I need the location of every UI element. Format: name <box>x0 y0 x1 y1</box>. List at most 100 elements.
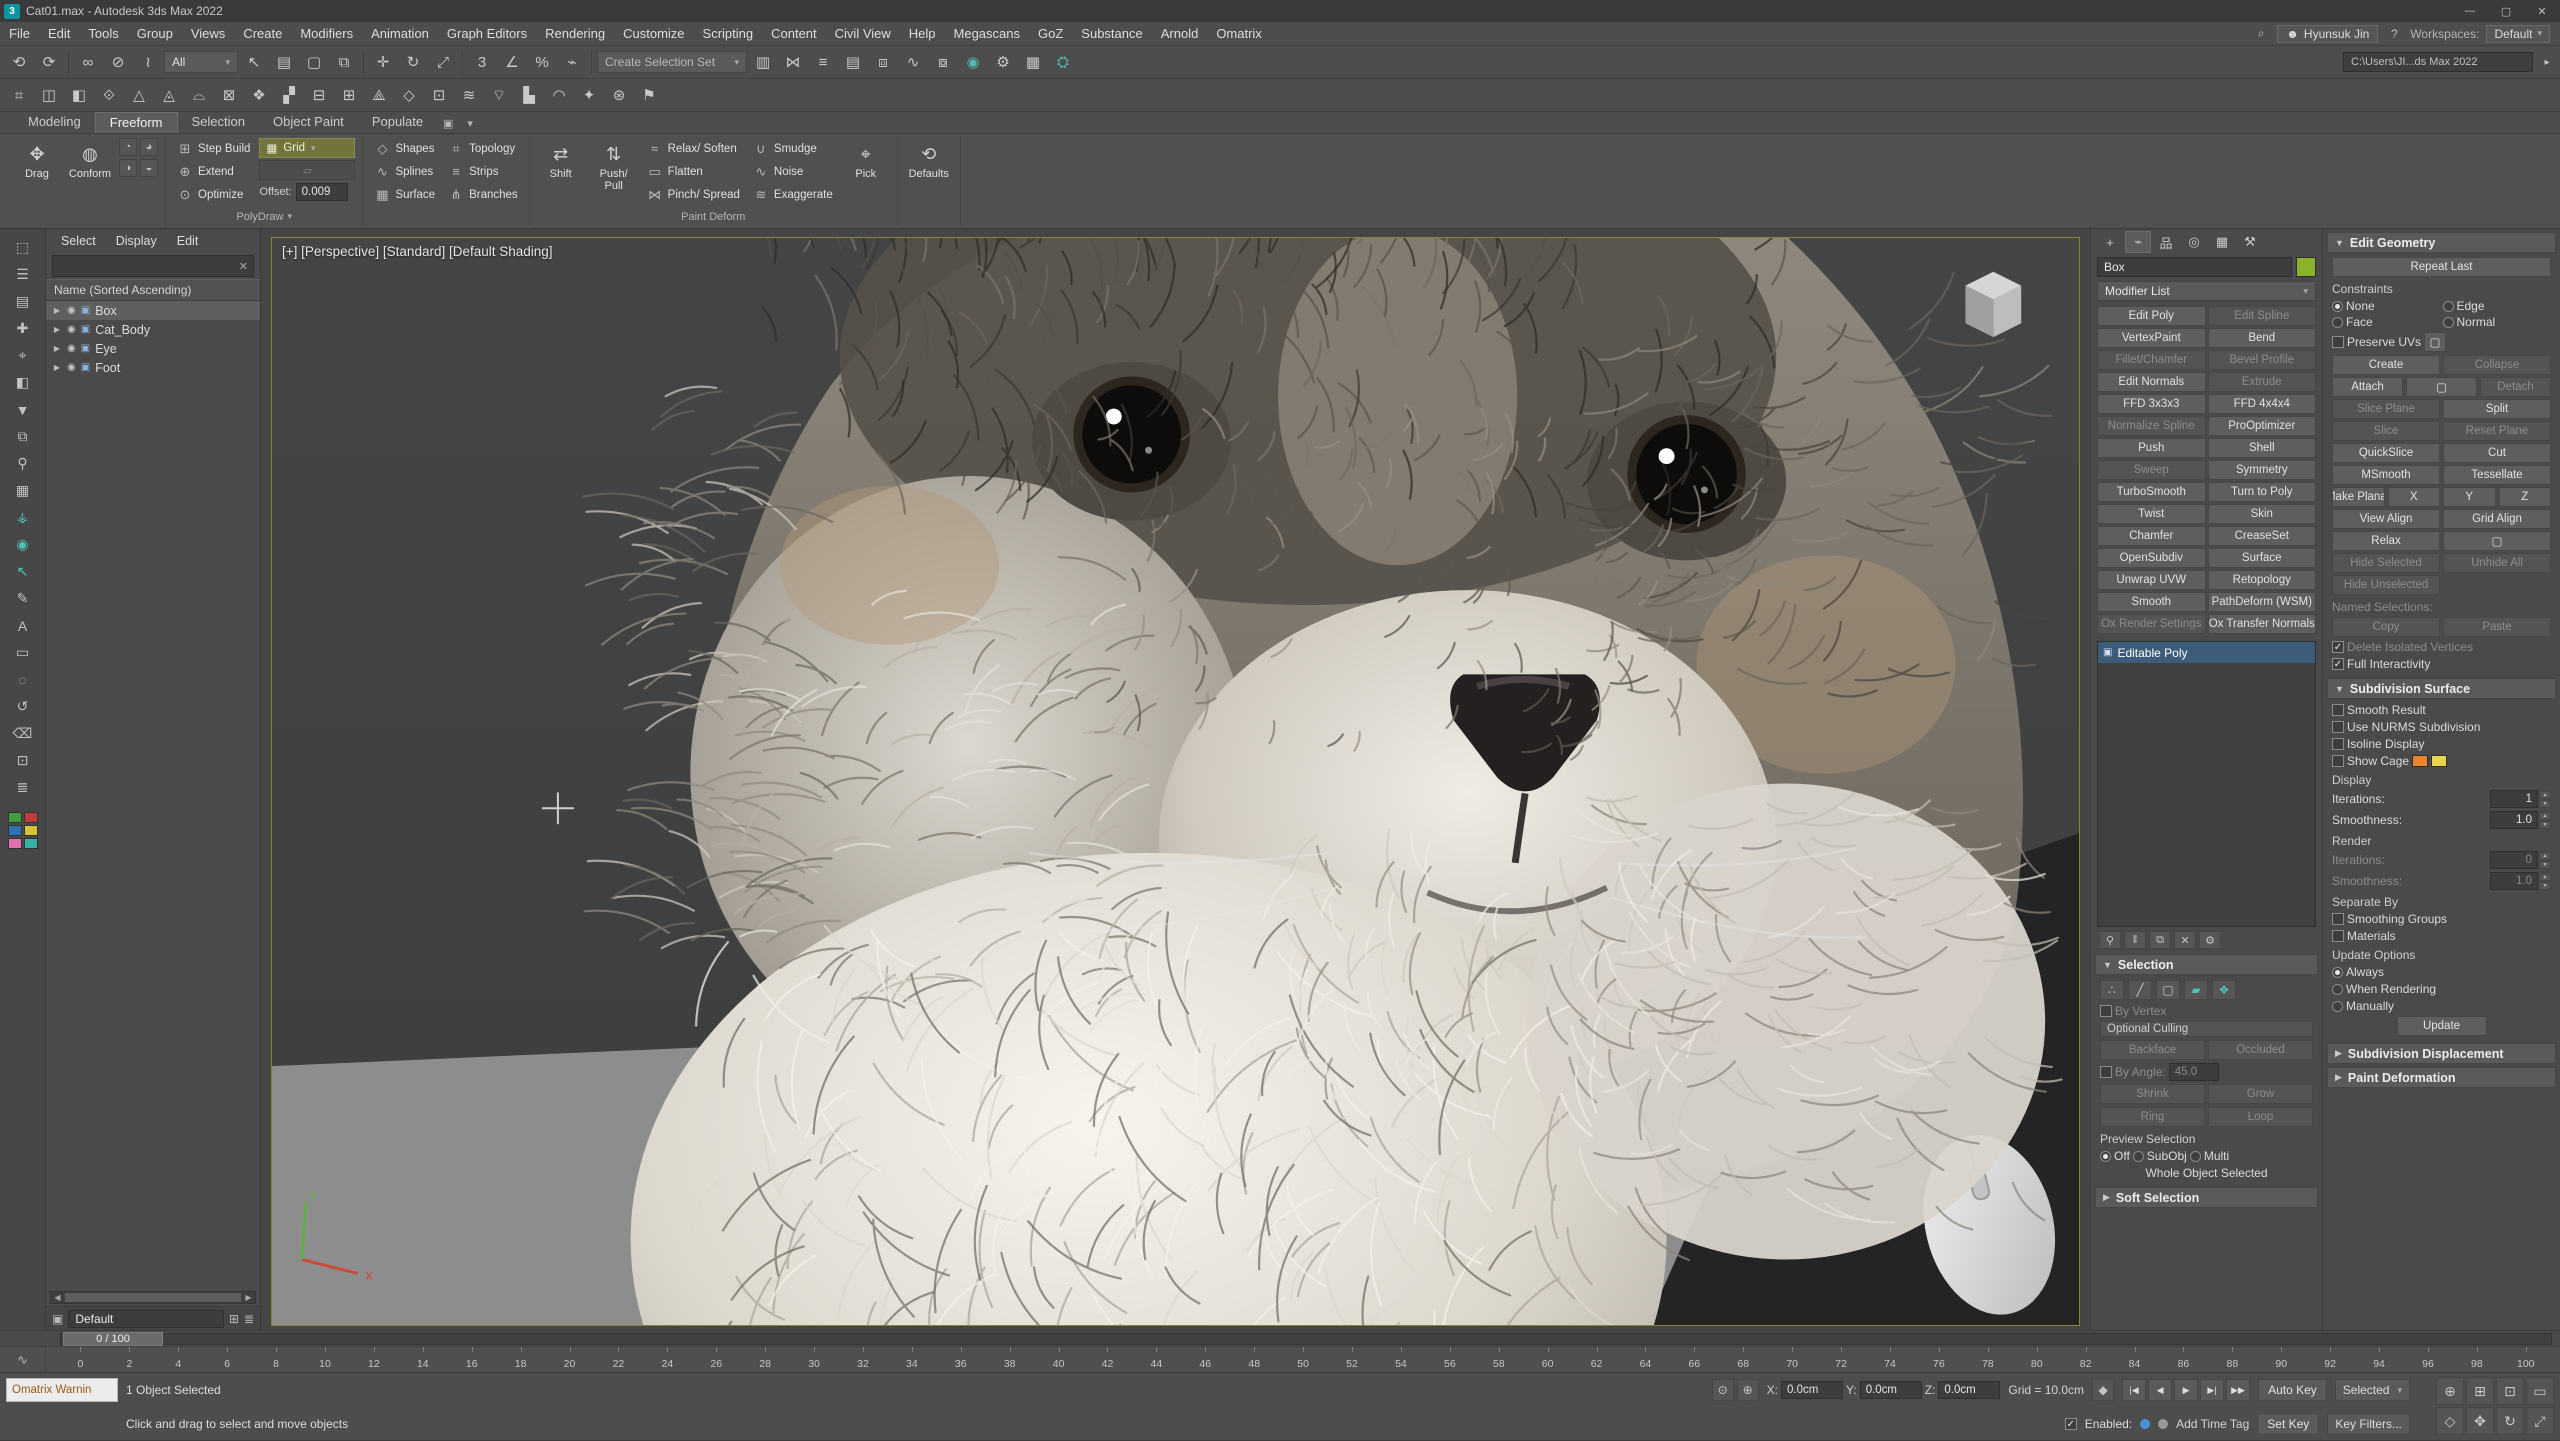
modifier-button[interactable]: Smooth <box>2097 592 2206 612</box>
schematic-view-icon[interactable]: ⧇ <box>929 48 957 76</box>
modifier-button[interactable]: Bevel Profile <box>2208 350 2317 370</box>
preserve-uvs-settings-button[interactable]: ▢ <box>2424 332 2446 352</box>
utilities-tab[interactable]: ⚒ <box>2237 231 2263 253</box>
subdiv-checkbox[interactable] <box>2332 755 2344 767</box>
preserve-uvs-checkbox[interactable] <box>2332 336 2344 348</box>
edit-geometry-button[interactable]: Z <box>2499 487 2552 507</box>
select-and-rotate-icon[interactable]: ↻ <box>399 48 427 76</box>
menu-item[interactable]: Graph Editors <box>438 22 536 45</box>
menu-item[interactable]: Scripting <box>694 22 763 45</box>
explorer-menu[interactable]: Display <box>107 234 166 248</box>
snap-vertex-icon[interactable]: ◫ <box>35 81 63 109</box>
scroll-left-icon[interactable]: ◀ <box>51 1293 64 1302</box>
undo-icon[interactable]: ⟲ <box>5 48 33 76</box>
named-selection-button[interactable]: Copy <box>2332 617 2440 637</box>
key-filters-button[interactable]: Key Filters... <box>2327 1413 2410 1435</box>
help-icon[interactable]: ? <box>2385 27 2403 41</box>
modifier-button[interactable]: Extrude <box>2208 372 2317 392</box>
topology-tool-button[interactable]: ≡ Strips <box>444 161 522 182</box>
conform-button[interactable]: ◍ Conform <box>66 138 114 185</box>
edit-geometry-button[interactable]: Unhide All <box>2443 553 2551 573</box>
update-option-radio[interactable] <box>2332 984 2343 995</box>
next-frame-icon[interactable]: ▶| <box>2200 1379 2224 1401</box>
ribbon-toggle-icon[interactable]: ⧈ <box>869 48 897 76</box>
preview-radio[interactable] <box>2100 1151 2111 1162</box>
modifier-button[interactable]: TurboSmooth <box>2097 482 2206 502</box>
edit-geometry-button[interactable]: ▢ <box>2406 377 2477 397</box>
edge-icon[interactable]: ╱ <box>2128 980 2152 1000</box>
motion-tab[interactable]: ◎ <box>2181 231 2207 253</box>
shift-button[interactable]: ⇄ Shift <box>537 138 585 185</box>
spin-up-icon[interactable]: ▲ <box>2539 812 2551 820</box>
spin-down-icon[interactable]: ▼ <box>2539 821 2551 829</box>
by-angle-field[interactable]: 45.0 <box>2169 1063 2219 1081</box>
play-icon[interactable]: ▶ <box>2174 1379 2198 1401</box>
list-item[interactable]: ▶ ◉ ▣ Eye <box>46 339 260 358</box>
list-item[interactable]: ▶ ◉ ▣ Box <box>46 301 260 320</box>
list-item[interactable]: ▶ ◉ ▣ Foot <box>46 358 260 377</box>
modifier-button[interactable]: Edit Poly <box>2097 306 2206 326</box>
spin-down-icon[interactable]: ▼ <box>2539 861 2551 869</box>
visibility-icon[interactable]: ◉ <box>67 343 76 354</box>
edit-geometry-button[interactable]: Collapse <box>2443 355 2551 375</box>
contain-icon[interactable]: ⊡ <box>425 81 453 109</box>
edit-geometry-button[interactable]: Split <box>2443 399 2551 419</box>
cage-selected-color-swatch[interactable] <box>2431 755 2447 767</box>
palette-color[interactable] <box>8 812 22 823</box>
expand-arrow-icon[interactable]: ▶ <box>52 306 62 315</box>
unlink-selection-icon[interactable]: ⊘ <box>104 48 132 76</box>
snap-edge-icon[interactable]: ◧ <box>65 81 93 109</box>
project-path-field[interactable]: C:\Users\JI...ds Max 2022 <box>2343 52 2533 72</box>
close-button[interactable]: ✕ <box>2524 0 2560 22</box>
modifier-button[interactable]: Sweep <box>2097 460 2206 480</box>
polydraw-tool-button[interactable]: ⊙ Optimize <box>173 184 254 205</box>
y-coordinate-field[interactable]: 0.0cm <box>1860 1381 1922 1399</box>
lasso-tool-icon[interactable]: ◌ <box>8 667 38 692</box>
render-icon[interactable]: ⛭ <box>1049 48 1077 76</box>
spin-down-icon[interactable]: ▼ <box>2539 882 2551 890</box>
spin-down-icon[interactable]: ▼ <box>2539 800 2551 808</box>
preview-radio[interactable] <box>2190 1151 2201 1162</box>
by-vertex-checkbox[interactable] <box>2100 1005 2112 1017</box>
paint-deform-tool-button[interactable]: ∪ Smudge <box>749 138 837 159</box>
conform-relax-icon[interactable]: ◕ <box>140 138 158 156</box>
shapes-tool-button[interactable]: ◇ Shapes <box>370 138 439 159</box>
menu-item[interactable]: GoZ <box>1029 22 1072 45</box>
conform-brush-icon[interactable]: ◔ <box>119 138 137 156</box>
subdiv-checkbox[interactable] <box>2332 721 2344 733</box>
topology-tool-button[interactable]: ⋔ Branches <box>444 184 522 205</box>
window-crossing-icon[interactable]: ⧉ <box>330 48 358 76</box>
loft-icon[interactable]: ⟁ <box>365 81 393 109</box>
enabled-off-dot[interactable] <box>2158 1419 2168 1429</box>
grow-button[interactable]: Grow <box>2208 1084 2313 1104</box>
scrollbar-thumb[interactable] <box>65 1293 241 1302</box>
rollout-edit-geometry[interactable]: ▼ Edit Geometry <box>2327 232 2556 253</box>
vertex-icon[interactable]: ∴ <box>2100 980 2124 1000</box>
add-object-icon[interactable]: ✚ <box>8 316 38 341</box>
edit-geometry-button[interactable]: Detach <box>2480 377 2551 397</box>
explorer-menu[interactable]: Edit <box>168 234 208 248</box>
explorer-menu[interactable]: Select <box>52 234 105 248</box>
go-to-end-icon[interactable]: ▶▶ <box>2226 1379 2250 1401</box>
polygon-icon[interactable]: ▰ <box>2184 980 2208 1000</box>
modifier-button[interactable]: Edit Spline <box>2208 306 2317 326</box>
collapsed-rollout[interactable]: ▶ Subdivision Displacement <box>2327 1043 2556 1064</box>
occluded-button[interactable]: Occluded <box>2208 1040 2313 1060</box>
rect-tool-icon[interactable]: ▭ <box>8 640 38 665</box>
explorer-search[interactable]: ✕ <box>52 255 254 277</box>
remove-modifier-icon[interactable]: ✕ <box>2174 931 2196 949</box>
percent-snap-icon[interactable]: % <box>528 48 556 76</box>
modifier-button[interactable]: Shell <box>2208 438 2317 458</box>
modifier-stack[interactable]: ▣ Editable Poly <box>2097 641 2316 927</box>
constraint-radio[interactable] <box>2332 317 2343 328</box>
zoom-extents-icon[interactable]: ⊡ <box>2496 1377 2524 1405</box>
add-time-tag[interactable]: Add Time Tag <box>2176 1417 2249 1431</box>
menu-item[interactable]: Create <box>234 22 291 45</box>
link-view-icon[interactable]: ⧉ <box>8 424 38 449</box>
polydraw-mode-dropdown[interactable]: ▦ Grid ▾ <box>259 138 355 158</box>
menu-item[interactable]: Help <box>900 22 945 45</box>
palette-color[interactable] <box>8 838 22 849</box>
menu-item[interactable]: File <box>0 22 39 45</box>
terrain-icon[interactable]: ▙ <box>515 81 543 109</box>
viewport-label[interactable]: [+] [Perspective] [Standard] [Default Sh… <box>282 244 553 259</box>
